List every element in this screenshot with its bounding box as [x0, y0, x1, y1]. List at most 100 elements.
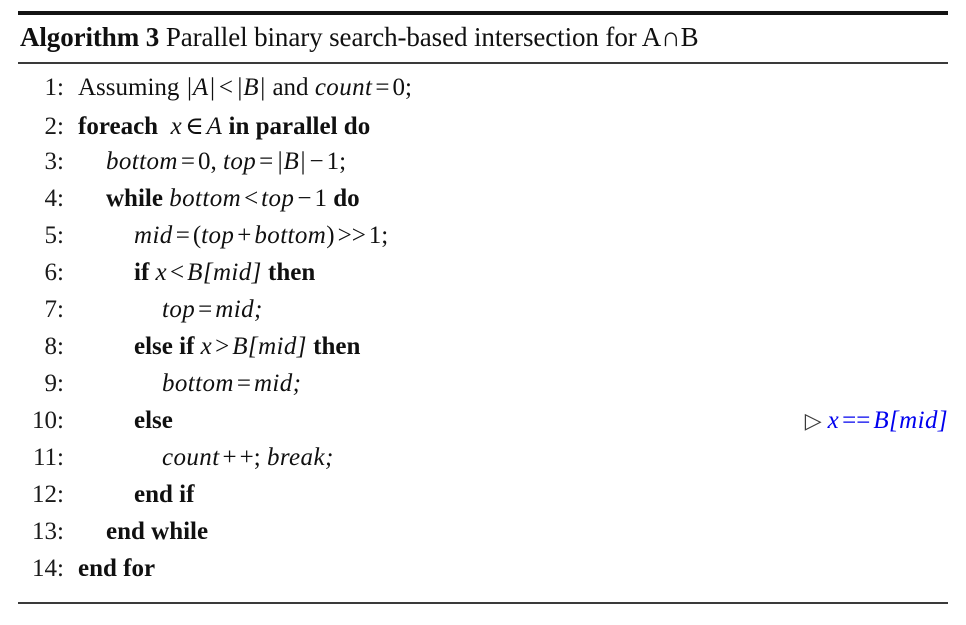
line-token: B — [187, 259, 203, 286]
line-code: if x < B[mid] then — [66, 259, 948, 287]
algorithm-line: 10: else ▷ x == B[mid] — [18, 407, 948, 444]
line-token: and — [272, 74, 309, 101]
line-token: = — [180, 148, 195, 175]
line-token: ] — [251, 259, 262, 286]
line-keyword: then — [313, 333, 361, 360]
line-token: >> — [337, 222, 366, 249]
algorithm-line: 3: bottom = 0, top = |B| −1; — [18, 148, 948, 185]
line-keyword: end while — [106, 518, 209, 545]
line-token: mid — [134, 222, 173, 249]
line-token: break; — [266, 444, 334, 471]
line-token: x — [200, 333, 213, 360]
algorithm-line: 1: Assuming |A| < |B| and count = 0; — [18, 74, 948, 111]
line-number: 2: — [44, 113, 64, 140]
comment-token: [ — [889, 407, 900, 434]
line-keyword: while — [106, 185, 163, 212]
line-code: Assuming |A| < |B| and count = 0; — [66, 74, 948, 102]
line-number: 7: — [44, 296, 64, 323]
line-number: 11: — [32, 444, 64, 471]
line-token: > — [215, 333, 230, 360]
line-code: bottom = mid; — [66, 370, 948, 398]
line-token: bottom — [169, 185, 242, 212]
algorithm-line: 8: else if x > B[mid] then — [18, 333, 948, 370]
comment-token: == — [842, 407, 871, 434]
line-number: 9: — [44, 370, 64, 397]
line-code: foreach x ∈ A in parallel do — [66, 111, 948, 141]
line-keyword: end for — [78, 555, 156, 582]
line-token: mid — [212, 259, 252, 286]
line-token: [ — [247, 333, 259, 360]
line-code: top = mid; — [66, 296, 948, 324]
line-token: bottom — [254, 222, 327, 249]
line-code: else if x > B[mid] then — [66, 333, 948, 361]
line-number: 3: — [44, 148, 64, 175]
line-token: top — [261, 185, 295, 212]
comment-token: B — [873, 407, 890, 434]
line-keyword: foreach — [78, 113, 159, 140]
comment-token: mid — [899, 407, 938, 434]
line-token: Assuming — [78, 74, 180, 101]
line-number: 14: — [32, 555, 64, 582]
line-token: < — [218, 74, 233, 101]
line-token: ) — [326, 222, 335, 249]
line-token: < — [244, 185, 259, 212]
algorithm-line: 13: end while — [18, 518, 948, 555]
line-token: A — [206, 113, 223, 140]
line-token: 0; — [392, 74, 412, 101]
line-token: x — [170, 113, 183, 140]
line-token: |B| — [276, 148, 307, 175]
line-token: = — [175, 222, 190, 249]
line-keyword: then — [268, 259, 316, 286]
algorithm-line: 11: count + +; break; — [18, 444, 948, 481]
line-code: end while — [66, 518, 948, 546]
line-token: − — [297, 185, 312, 212]
algorithm-line: 6: if x < B[mid] then — [18, 259, 948, 296]
bottom-rule — [18, 602, 948, 604]
line-token: mid; — [215, 296, 263, 323]
algorithm-line: 7: top = mid; — [18, 296, 948, 333]
line-keyword: end if — [134, 481, 195, 508]
line-token: B — [232, 333, 248, 360]
line-token: bottom — [162, 370, 234, 397]
caption-label: Algorithm — [20, 22, 140, 52]
line-code: end if — [66, 481, 948, 509]
line-token: ] — [296, 333, 307, 360]
algorithm-caption: Algorithm 3 Parallel binary search-based… — [18, 15, 948, 59]
line-keyword: if — [134, 259, 150, 286]
caption-title: Parallel binary search-based intersectio… — [165, 22, 699, 52]
line-token: top — [162, 296, 196, 323]
line-comment: ▷ x == B[mid] — [805, 407, 948, 435]
line-token: 1; — [326, 148, 347, 175]
line-number: 6: — [44, 259, 64, 286]
line-keyword: else — [134, 407, 173, 434]
line-token: |A| — [185, 74, 216, 101]
line-token: x — [155, 259, 168, 286]
comment-token: ] — [937, 407, 948, 434]
line-code: mid = (top + bottom) >> 1; — [66, 222, 948, 250]
line-token: − — [309, 148, 324, 175]
comment-token: x — [827, 407, 840, 434]
line-token: + — [222, 444, 237, 471]
algorithm-line: 14: end for — [18, 555, 948, 592]
line-token: = — [236, 370, 251, 397]
algorithm-block: Algorithm 3 Parallel binary search-based… — [18, 11, 948, 604]
algorithm-line: 9: bottom = mid; — [18, 370, 948, 407]
line-token: mid; — [253, 370, 302, 397]
line-token: count — [162, 444, 220, 471]
line-number: 13: — [32, 518, 64, 545]
triangle-right-icon: ▷ — [804, 408, 822, 433]
line-token: 1; — [368, 222, 389, 249]
line-number: 5: — [44, 222, 64, 249]
line-keyword: do — [333, 185, 360, 212]
line-number: 4: — [44, 185, 64, 212]
line-token: 1 — [314, 185, 327, 212]
line-number: 1: — [44, 74, 64, 101]
line-token: +; — [239, 444, 261, 471]
algorithm-line: 2: foreach x ∈ A in parallel do — [18, 111, 948, 148]
line-number: 10: — [32, 407, 64, 434]
line-token: [ — [202, 259, 213, 286]
line-token: top — [222, 148, 257, 175]
algorithm-lines: 1: Assuming |A| < |B| and count = 0; 2: fore… — [18, 64, 948, 598]
caption-number: 3 — [145, 22, 160, 52]
line-token: < — [170, 259, 185, 286]
